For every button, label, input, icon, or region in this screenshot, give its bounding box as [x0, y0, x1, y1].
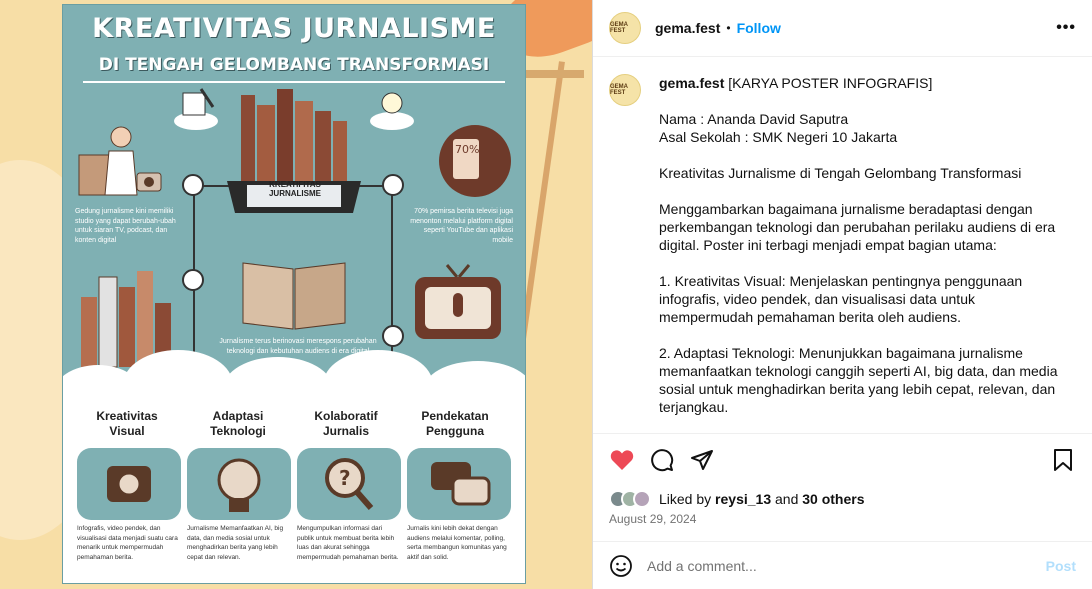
open-book-illustration: [242, 262, 346, 330]
caption-line: [659, 146, 1064, 164]
caption-line: 2. Adaptasi Teknologi: Menunjukkan bagai…: [659, 345, 1058, 415]
writing-cloud-icon: [174, 88, 218, 130]
post-media[interactable]: KREATIVITAS JURNALISME DI TENGAH GELOMBA…: [0, 0, 592, 589]
caption-line: [659, 254, 1064, 272]
comment-button[interactable]: [649, 447, 675, 473]
bookmark-icon: [1054, 449, 1072, 471]
question-card: ?: [297, 448, 401, 520]
liker-username[interactable]: reysi_13: [715, 491, 771, 507]
instagram-post-modal: KREATIVITAS JURNALISME DI TENGAH GELOMBA…: [0, 0, 1092, 589]
liker-avatar: [633, 490, 651, 508]
save-button[interactable]: [1050, 447, 1076, 473]
comment-icon: [651, 449, 674, 472]
column-title-technology: Adaptasi Teknologi: [210, 409, 266, 438]
studio-text: Gedung jurnalisme kini memiliki studio y…: [75, 208, 176, 244]
comment-bar: Post: [593, 541, 1092, 589]
more-options-icon[interactable]: •••: [1056, 19, 1076, 37]
post-sidebar: GEMA FEST gema.fest • Follow ••• GEMA FE…: [592, 0, 1092, 589]
timeline-node: [382, 174, 404, 196]
camera-icon: [107, 466, 151, 502]
like-button[interactable]: [609, 447, 635, 473]
post-header: GEMA FEST gema.fest • Follow •••: [593, 0, 1092, 57]
radio-tv-illustration: [415, 264, 501, 339]
poster-title: KREATIVITAS JURNALISME: [92, 13, 496, 44]
post-date[interactable]: August 29, 2024: [609, 512, 1076, 526]
likes-row: Liked by reysi_13 and 30 others: [609, 490, 1076, 508]
column-text-user: Jurnalis kini lebih dekat dengan audiens…: [407, 525, 507, 561]
separator-dot: •: [726, 21, 731, 35]
avatar[interactable]: GEMA FEST: [609, 74, 641, 106]
caption-line: Menggambarkan bagaimana jurnalisme berad…: [659, 201, 1056, 253]
username-link[interactable]: gema.fest: [655, 20, 720, 36]
city-tablet-illustration: [227, 89, 361, 213]
svg-text:70%: 70%: [455, 143, 479, 156]
caption-username[interactable]: gema.fest: [659, 75, 724, 91]
lightbulb-cloud-icon: [370, 92, 414, 130]
column-title-user: Pendekatan Pengguna: [421, 409, 489, 438]
timeline-node: [182, 269, 204, 291]
chat-card: [407, 448, 511, 520]
follow-button[interactable]: Follow: [737, 20, 781, 36]
others-link[interactable]: 30 others: [802, 491, 864, 507]
title-underline: [83, 81, 505, 83]
column-title-collaborative: Kolaboratif Jurnalis: [314, 409, 378, 438]
heart-icon: [610, 450, 634, 470]
tablet-label: KREATIFITAS JURNALISME: [268, 180, 321, 198]
avatar-logo-text: GEMA FEST: [610, 22, 628, 34]
avatar-logo-text: GEMA FEST: [610, 84, 628, 96]
caption-line: Asal Sekolah : SMK Negeri 10 Jakarta: [659, 129, 898, 145]
chat-bubbles-icon: [431, 462, 491, 506]
action-bar: Liked by reysi_13 and 30 others August 2…: [593, 433, 1092, 526]
timeline-node: [182, 174, 204, 196]
caption-section: GEMA FEST gema.fest [KARYA POSTER INFOGR…: [593, 58, 1092, 433]
emoji-icon[interactable]: [609, 554, 633, 578]
timeline-node: [382, 325, 404, 347]
caption-line: gema.fest [KARYA POSTER INFOGRAFIS]: [659, 75, 933, 91]
caption-line: Nama : Ananda David Saputra: [659, 111, 849, 127]
comment-input[interactable]: [647, 557, 1036, 574]
caption-line: [659, 92, 1064, 110]
avatar[interactable]: GEMA FEST: [609, 12, 641, 44]
action-icons: [609, 444, 1076, 476]
easel-bar: [524, 70, 584, 78]
phone-stats-illustration: 70%: [439, 125, 511, 197]
caption-line: 1. Kreativitas Visual: Menjelaskan penti…: [659, 273, 1023, 325]
camera-card: [77, 448, 181, 520]
poster-subtitle: DI TENGAH GELOMBANG TRANSFORMASI: [98, 55, 490, 75]
audience-stat-text: 70% pemirsa berita televisi juga menonto…: [410, 208, 513, 244]
column-text-visual: Infografis, video pendek, dan visualisas…: [77, 525, 178, 561]
ai-head-icon: [217, 458, 261, 512]
likes-text: Liked by reysi_13 and 30 others: [659, 491, 865, 507]
caption-line: Kreativitas Jurnalisme di Tengah Gelomba…: [659, 165, 1022, 181]
column-text-collaborative: Mengumpulkan informasi dari publik untuk…: [297, 525, 399, 561]
send-icon: [691, 450, 713, 470]
column-text-technology: Jurnalisme Memanfaatkan AI, big data, da…: [187, 525, 284, 561]
infographic-poster: KREATIVITAS JURNALISME DI TENGAH GELOMBA…: [62, 4, 526, 584]
caption-text: gema.fest [KARYA POSTER INFOGRAFIS] Nama…: [659, 74, 1064, 433]
reporter-illustration: [78, 126, 162, 196]
ai-head-card: [187, 448, 291, 520]
svg-text:?: ?: [339, 466, 351, 490]
caption-line: [659, 182, 1064, 200]
caption-line: [659, 326, 1064, 344]
share-button[interactable]: [689, 447, 715, 473]
question-magnifier-icon: ?: [325, 458, 374, 510]
post-comment-button[interactable]: Post: [1046, 558, 1076, 574]
column-title-visual: Kreativitas Visual: [96, 409, 158, 438]
